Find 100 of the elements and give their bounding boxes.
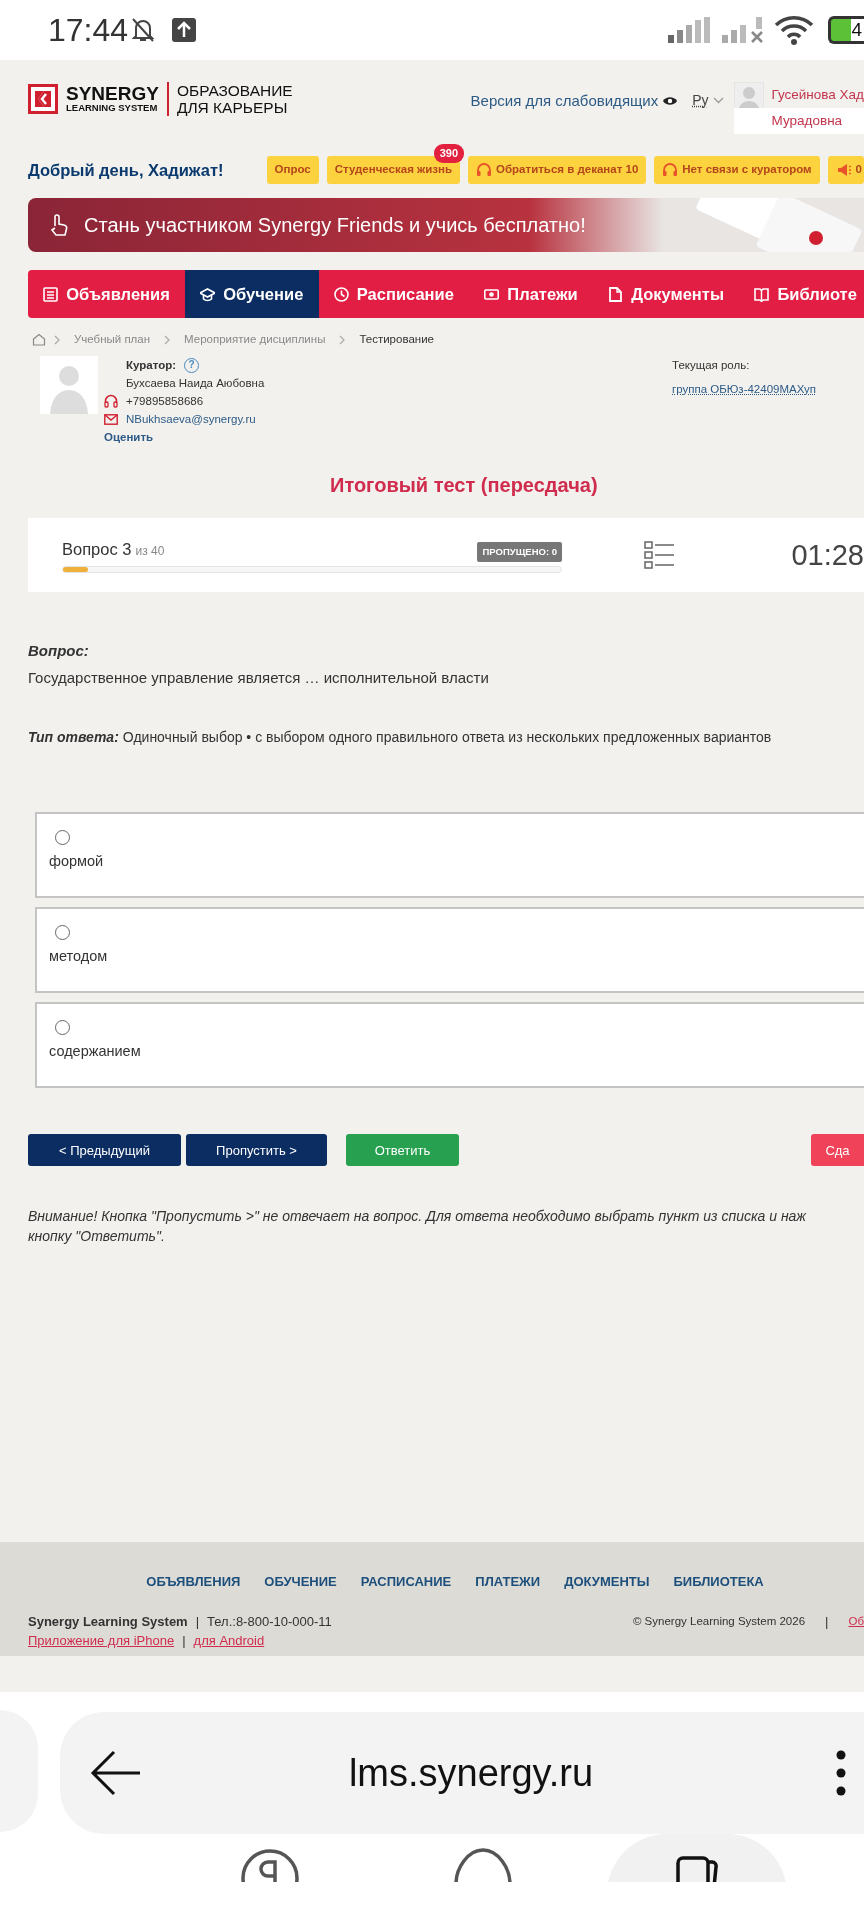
question-label: Вопрос: (28, 641, 90, 662)
nav-tab[interactable]: Обучение (185, 270, 319, 318)
user-name[interactable]: Гусейнова Хад (763, 82, 864, 108)
skipped-badge: ПРОПУЩЕНО: 0 (477, 541, 562, 563)
accessibility-link[interactable]: Версия для слабовидящих (470, 90, 659, 113)
answer-option[interactable]: формой (35, 812, 864, 899)
footer-link[interactable]: БИБЛИОТЕКА (673, 1572, 764, 1592)
notification-badge: 390 (433, 144, 465, 163)
warning-text: кнопку "Ответить". (28, 1227, 166, 1247)
radio-button[interactable] (55, 925, 70, 941)
avatar-placeholder (40, 356, 98, 415)
promo-banner[interactable]: Стань участником Synergy Friends и учись бесплатно! (28, 198, 864, 252)
option-label: методом (49, 947, 109, 967)
action-button[interactable]: Сда (811, 1134, 864, 1167)
headset-icon (104, 394, 118, 409)
graduation-cap-icon (200, 286, 216, 302)
answer-type-text: Одиночный выбор • с выбором одного правильного ответа из нескольких предложенных вариантов (122, 728, 772, 748)
clock-icon (333, 286, 349, 302)
nav-tab[interactable]: Объявления (28, 270, 186, 318)
action-button[interactable]: Ответить (346, 1134, 459, 1167)
question-total: из 40 (135, 543, 165, 561)
footer-brand: Synergy Learning System (28, 1612, 188, 1631)
radio-button[interactable] (55, 830, 70, 846)
logo-wordmark: SYNERGY (66, 85, 159, 103)
action-button[interactable]: < Предыдущий (28, 1134, 181, 1167)
no-signal-icon (722, 17, 766, 43)
home-icon[interactable] (32, 333, 46, 347)
footer-separator: | (195, 1612, 200, 1631)
list-icon (43, 286, 59, 302)
email-link[interactable]: NBukhsaeva@synergy.ru (126, 410, 256, 429)
quick-link-button[interactable]: Обратиться в деканат 10 (468, 156, 647, 184)
radio-button[interactable] (55, 1020, 70, 1036)
banknote-icon (484, 286, 500, 302)
more-icon[interactable] (836, 1750, 846, 1796)
test-title: Итоговый тест (пересдача) (329, 473, 599, 499)
upload-icon (172, 18, 197, 42)
footer-link[interactable]: ДОКУМЕНТЫ (564, 1572, 650, 1592)
curator-name: Бухсаева Наида Аюбовна (125, 376, 265, 392)
footer-link[interactable]: ОБУЧЕНИЕ (264, 1572, 337, 1592)
banner-text: Стань участником Synergy Friends и учись бесплатно! (84, 213, 586, 238)
headset-icon (476, 162, 493, 178)
quick-link-button[interactable]: 0 (827, 156, 864, 184)
android-app-link[interactable]: для Android (193, 1630, 265, 1650)
egg-icon[interactable] (454, 1848, 512, 1882)
chevron-down-icon (712, 97, 724, 104)
nav-tab[interactable]: Библиоте (739, 270, 864, 318)
curator-label: Куратор: (126, 358, 177, 374)
option-label: формой (49, 852, 105, 872)
quick-link-button[interactable]: Нет связи с куратором (654, 156, 820, 184)
language-selector[interactable]: Ру (692, 90, 709, 111)
url-text: lms.synergy.ru (347, 1750, 595, 1796)
answer-type-label: Тип ответа: (28, 728, 119, 748)
megaphone-icon (835, 162, 852, 178)
timer: 01:28 (791, 537, 864, 573)
footer-phone: Тел.:8-800-10-000-11 (207, 1612, 332, 1631)
nav-tab[interactable]: Документы (593, 270, 740, 318)
eye-icon (662, 95, 679, 108)
question-number: Вопрос 3 (62, 539, 132, 561)
breadcrumb-current: Тестирование (359, 332, 434, 347)
breadcrumb-link[interactable]: Учебный план (74, 331, 151, 349)
document-icon (608, 286, 624, 302)
clock-time: 17:44 (48, 11, 129, 50)
logo-tagline: ОБРАЗОВАНИЕ (176, 82, 293, 99)
battery-icon: 4 (828, 16, 864, 44)
rate-link[interactable]: Оценить (104, 428, 154, 447)
iphone-app-link[interactable]: Приложение для iPhone (28, 1630, 175, 1650)
logo-tagline: ДЛЯ КАРЬЕРЫ (176, 99, 289, 116)
footer-link[interactable]: ОБЪЯВЛЕНИЯ (146, 1572, 241, 1592)
greeting-text: Добрый день, Хадижат! (28, 159, 224, 181)
headset-icon (662, 162, 679, 178)
footer-separator: | (182, 1631, 186, 1650)
footer-link[interactable]: РАСПИСАНИЕ (360, 1572, 452, 1592)
role-link[interactable]: группа ОБЮз-42409МАХуп (672, 380, 817, 399)
question-list-icon[interactable] (644, 541, 674, 570)
nav-tab[interactable]: Платежи (469, 270, 593, 318)
chevron-right-icon (54, 334, 60, 345)
chevron-right-icon (164, 334, 171, 345)
action-button[interactable]: Пропустить > (186, 1134, 327, 1167)
footer-link[interactable]: ПЛАТЕЖИ (475, 1572, 541, 1592)
copyright-text: © Synergy Learning System 2026 (632, 1613, 806, 1629)
phone-number: +79895858686 (126, 394, 204, 410)
logo-subtitle: LEARNING SYSTEM (66, 103, 159, 113)
question-text: Государственное управление является … исполнительной власти (28, 667, 490, 688)
quick-link-button[interactable]: Опрос (266, 156, 319, 184)
answer-option[interactable]: содержанием (35, 1002, 864, 1089)
back-arrow-icon[interactable] (90, 1750, 142, 1796)
breadcrumb-link[interactable]: Мероприятие дисциплины (184, 331, 326, 349)
logo-icon (28, 84, 58, 114)
option-label: содержанием (49, 1042, 142, 1062)
footer-link[interactable]: Об (848, 1611, 864, 1631)
mail-icon (104, 413, 118, 425)
warning-text: Внимание! Кнопка "Пропустить >" не отвечает на вопрос. Для ответа необходимо выбрать пункт из списка и наж (28, 1207, 807, 1227)
quick-link-button[interactable]: Студенческая жизнь (326, 156, 461, 184)
address-bar[interactable]: lms.synergy.ru (60, 1712, 864, 1834)
answer-option[interactable]: методом (35, 907, 864, 994)
book-icon (754, 286, 770, 302)
wifi-icon (774, 15, 814, 45)
nav-tab[interactable]: Расписание (318, 270, 470, 318)
role-label: Текущая роль: (672, 358, 751, 374)
signal-icon (668, 17, 712, 43)
